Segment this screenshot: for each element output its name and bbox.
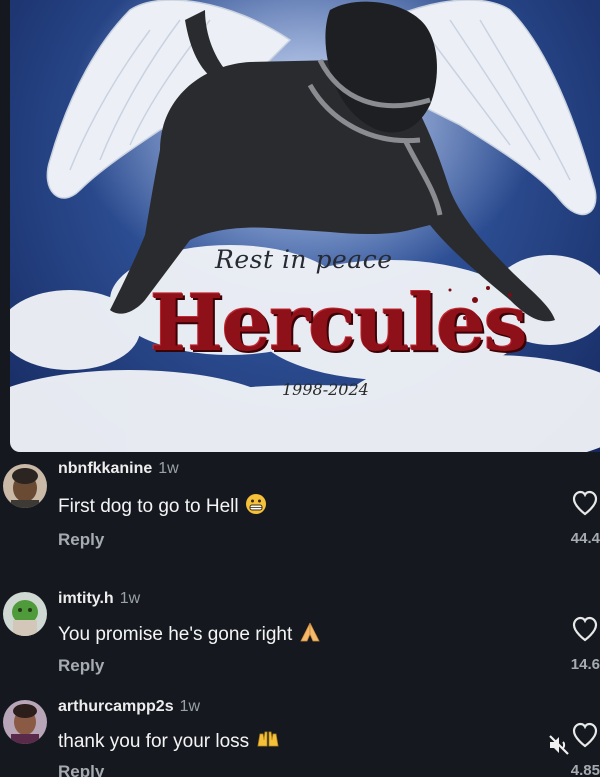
- comment-text: thank you for your loss: [58, 728, 281, 756]
- years-text: 1998-2024: [282, 380, 369, 399]
- comment-time: 1w: [179, 698, 201, 715]
- folded-hands-emoji: [298, 621, 322, 649]
- comments-list: nbnfkkanine 1w First dog to go to Hell Re…: [0, 452, 600, 777]
- comment-username[interactable]: nbnfkkanine 1w: [58, 460, 179, 478]
- comment-text: First dog to go to Hell: [58, 493, 267, 521]
- comment-time: 1w: [119, 590, 141, 607]
- avatar-image: [3, 700, 47, 744]
- post-image[interactable]: Rest in peace Hercules 1998-2024: [10, 0, 600, 452]
- comment-username[interactable]: imtity.h 1w: [58, 590, 140, 608]
- reply-button[interactable]: Reply: [58, 530, 104, 550]
- reply-button[interactable]: Reply: [58, 656, 104, 676]
- pet-name-text: Hercules: [150, 278, 528, 369]
- raising-hands-emoji: [255, 728, 281, 756]
- comment-text: You promise he's gone right: [58, 621, 322, 649]
- heart-outline-icon[interactable]: [571, 490, 599, 516]
- avatar[interactable]: [3, 700, 47, 744]
- avatar[interactable]: [3, 592, 47, 636]
- comment-time: 1w: [158, 460, 179, 477]
- avatar[interactable]: [3, 464, 47, 508]
- grimacing-face-emoji: [245, 493, 267, 521]
- like-count: 4.85: [570, 762, 600, 777]
- comment-username[interactable]: arthurcampp2s 1w: [58, 698, 200, 716]
- like-count: 44.4: [570, 530, 600, 547]
- muted-speaker-icon[interactable]: [547, 733, 571, 757]
- avatar-image: [3, 464, 47, 508]
- heart-outline-icon[interactable]: [571, 722, 599, 748]
- reply-button[interactable]: Reply: [58, 762, 104, 777]
- heart-outline-icon[interactable]: [571, 616, 599, 642]
- avatar-image: [3, 592, 47, 636]
- like-count: 14.6: [570, 656, 600, 673]
- rest-in-peace-text: Rest in peace: [215, 245, 393, 274]
